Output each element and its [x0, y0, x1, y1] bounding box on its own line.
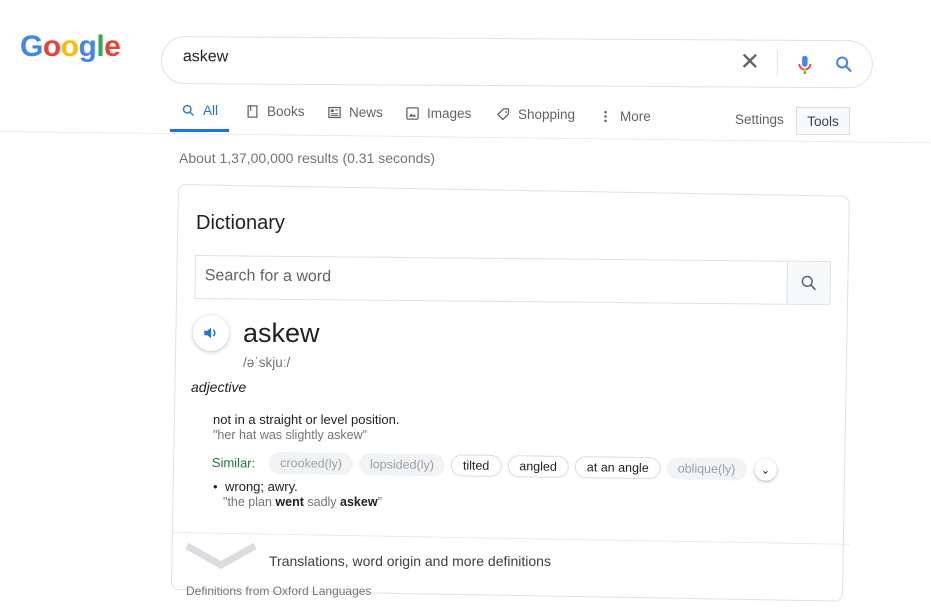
- example-text: sadly: [303, 495, 341, 509]
- definitions-source: Definitions from Oxford Languages: [186, 584, 372, 598]
- tab-label: Images: [427, 106, 472, 121]
- close-icon[interactable]: ✕: [740, 49, 760, 76]
- image-icon: [406, 107, 419, 120]
- search-box[interactable]: askew ✕: [160, 36, 873, 89]
- similar-label: Similar:: [211, 454, 256, 471]
- search-box-divider: [776, 50, 778, 77]
- tab-books[interactable]: Books: [245, 104, 305, 119]
- similar-chip[interactable]: angled: [507, 455, 570, 478]
- similar-chip[interactable]: at an angle: [574, 456, 661, 480]
- dictionary-search-button[interactable]: [786, 261, 830, 305]
- logo-letter: G: [20, 30, 43, 63]
- tab-label: Shopping: [518, 107, 576, 122]
- header-divider: [0, 131, 931, 144]
- search-input[interactable]: askew: [183, 48, 228, 66]
- microphone-icon[interactable]: [794, 53, 816, 77]
- similar-chip[interactable]: oblique(ly): [666, 457, 747, 481]
- more-vert-icon: [604, 110, 607, 123]
- active-tab-indicator: [170, 129, 229, 132]
- speaker-icon: [204, 327, 216, 339]
- tab-more[interactable]: More: [598, 109, 651, 124]
- logo-letter: e: [104, 30, 121, 63]
- example-highlight: went: [275, 495, 304, 509]
- phonetic: /əˈskjuː/: [243, 355, 291, 370]
- logo-letter: g: [78, 30, 97, 63]
- dictionary-title: Dictionary: [196, 212, 285, 234]
- tab-label: More: [620, 109, 651, 124]
- tools-button[interactable]: Tools: [796, 107, 850, 135]
- search-icon: [801, 275, 817, 291]
- example-2: "the plan went sadly askew": [223, 495, 382, 509]
- chevron-down-icon[interactable]: ⌄: [754, 459, 776, 481]
- search-icon[interactable]: [834, 54, 854, 74]
- example-text: ": [377, 495, 382, 509]
- expand-chevron-icon[interactable]: [185, 543, 257, 569]
- similar-chip[interactable]: crooked(ly): [269, 451, 354, 475]
- example-text: the plan: [227, 495, 276, 509]
- google-logo[interactable]: Google: [20, 30, 121, 64]
- tab-news[interactable]: News: [327, 105, 383, 120]
- definition-2: wrong; awry.: [225, 479, 298, 494]
- tab-images[interactable]: Images: [405, 106, 471, 121]
- example-1: "her hat was slightly askew": [213, 428, 368, 442]
- dictionary-search-box[interactable]: Search for a word: [194, 255, 831, 306]
- similar-chip[interactable]: lopsided(ly): [358, 453, 446, 477]
- logo-letter: o: [60, 30, 79, 63]
- logo-letter: l: [96, 30, 105, 63]
- definition-1: not in a straight or level position.: [213, 412, 400, 427]
- tab-label: News: [349, 105, 383, 120]
- headword: askew: [243, 318, 320, 348]
- dictionary-search-input[interactable]: Search for a word: [205, 267, 331, 286]
- part-of-speech: adjective: [191, 379, 247, 395]
- tab-all[interactable]: All: [181, 103, 218, 118]
- more-definitions-link[interactable]: Translations, word origin and more defin…: [269, 553, 551, 569]
- pronunciation-button[interactable]: [193, 315, 229, 351]
- definition-bullet: •: [213, 479, 218, 494]
- search-icon: [182, 104, 195, 117]
- tag-icon: [497, 108, 510, 121]
- settings-link[interactable]: Settings: [735, 112, 784, 127]
- results-count: About 1,37,00,000 results (0.31 seconds): [179, 150, 436, 166]
- tab-shopping[interactable]: Shopping: [496, 107, 575, 122]
- newspaper-icon: [328, 106, 341, 119]
- example-highlight: askew: [340, 495, 378, 509]
- logo-letter: o: [42, 30, 61, 63]
- tab-label: All: [203, 103, 219, 118]
- tab-label: Books: [267, 104, 305, 119]
- similar-chip[interactable]: tilted: [450, 454, 502, 478]
- dictionary-card: [170, 184, 850, 602]
- book-icon: [247, 105, 258, 118]
